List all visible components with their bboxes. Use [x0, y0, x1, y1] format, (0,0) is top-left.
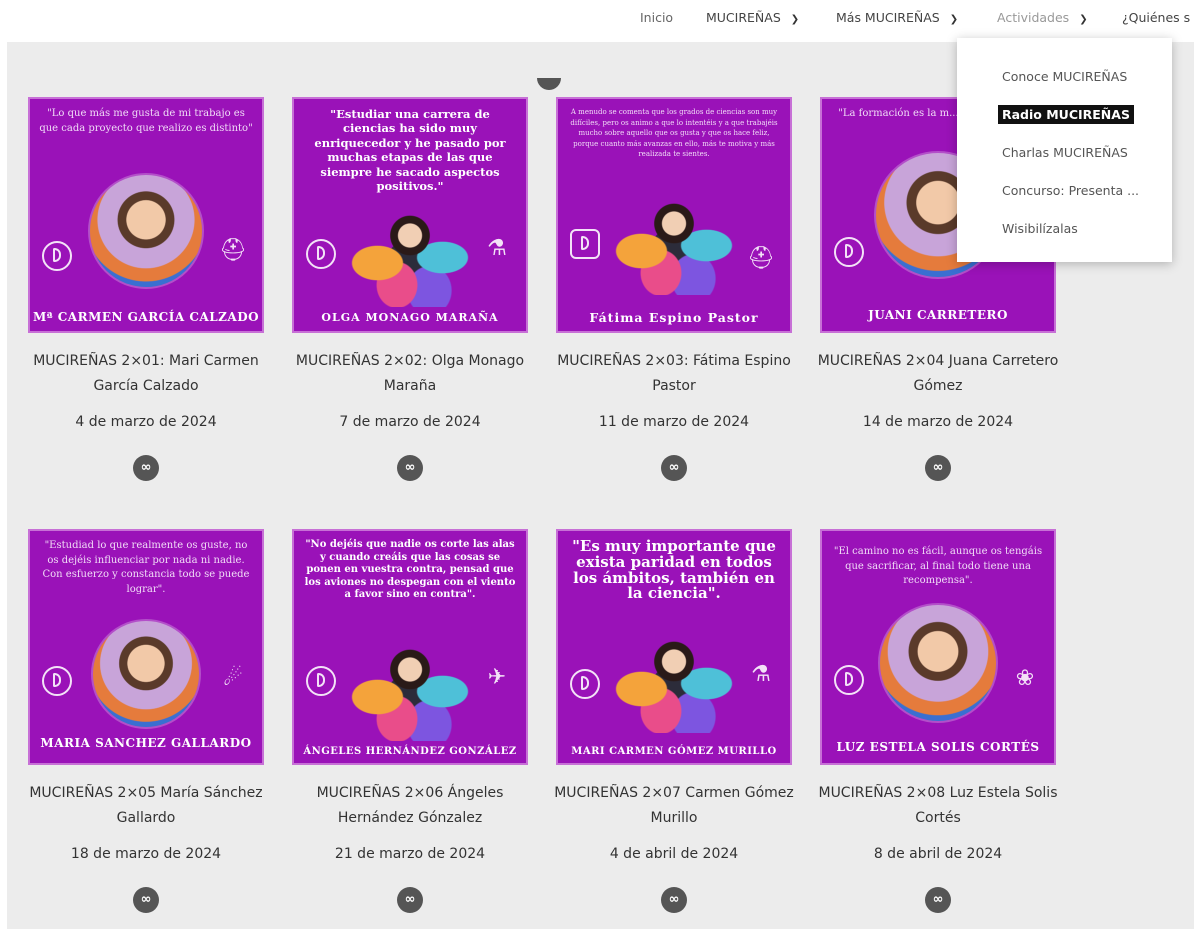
poster-name: Fátima Espino Pastor: [589, 309, 759, 325]
menu-item-concurso[interactable]: Concurso: Presenta ...: [1002, 183, 1139, 198]
nav-item-mas-mucirenas[interactable]: Más MUCIREÑAS ❯: [836, 10, 958, 25]
menu-item-conoce-mucirenas[interactable]: Conoce MUCIREÑAS: [1002, 69, 1127, 84]
card-title[interactable]: MUCIREÑAS 2×07 Carmen Gómez Murillo: [548, 781, 800, 831]
poster-name: MARIA SANCHEZ GALLARDO: [40, 736, 252, 751]
poster-quote: A menudo se comenta que los grados de ci…: [570, 108, 778, 158]
card-date: 14 de marzo de 2024: [862, 414, 1014, 430]
poster-quote: "Estudiar una carrera de ciencias ha sid…: [314, 107, 506, 193]
poster-quote: "Estudiad lo que realmente os guste, no …: [42, 540, 250, 595]
link-icon[interactable]: ∞: [397, 455, 423, 481]
poster-image[interactable]: "Estudiar una carrera de ciencias ha sid…: [292, 97, 528, 333]
nav-item-inicio[interactable]: Inicio: [640, 10, 673, 25]
poster-name: MARI CARMEN GÓMEZ MURILLO: [571, 745, 777, 757]
poster-name: LUZ ESTELA SOLIS CORTÉS: [836, 740, 1040, 755]
chevron-down-icon: ❯: [1079, 14, 1088, 25]
logo-icon: [570, 669, 600, 699]
card-date: 21 de marzo de 2024: [334, 846, 486, 862]
logo-icon: [42, 666, 72, 696]
logo-icon: [306, 666, 336, 696]
poster-name: OLGA MONAGO MARAÑA: [321, 311, 499, 325]
link-icon[interactable]: [537, 78, 561, 90]
card-date: 4 de abril de 2024: [609, 846, 739, 862]
card-date: 4 de marzo de 2024: [75, 414, 217, 430]
nav-item-mucirenas[interactable]: MUCIREÑAS ❯: [706, 10, 799, 25]
menu-item-charlas-mucirenas[interactable]: Charlas MUCIREÑAS: [1002, 145, 1128, 160]
poster-image[interactable]: "El camino no es fácil, aunque os tengái…: [820, 529, 1056, 765]
poster-name: JUANI CARRETERO: [868, 308, 1008, 323]
poster-quote: "Es muy importante que exista paridad en…: [572, 537, 776, 603]
poster-quote: "No dejéis que nadie os corte las alas y…: [304, 539, 516, 600]
nav-item-actividades[interactable]: Actividades ❯: [997, 10, 1088, 25]
menu-item-radio-mucirenas[interactable]: Radio MUCIREÑAS: [998, 105, 1134, 124]
logo-icon: [306, 239, 336, 269]
poster-name: ÁNGELES HERNÁNDEZ GONZÁLEZ: [303, 745, 517, 757]
portrait-image: [609, 623, 739, 733]
nav-item-label: ¿Quiénes s: [1122, 10, 1191, 25]
helmet-icon: ⛑: [747, 246, 775, 271]
link-icon[interactable]: ∞: [397, 887, 423, 913]
poster-image[interactable]: "No dejéis que nadie os corte las alas y…: [292, 529, 528, 765]
poster-quote: "Lo que más me gusta de mi trabajo es qu…: [39, 108, 253, 134]
card-title[interactable]: MUCIREÑAS 2×06 Ángeles Hernández Gónzale…: [284, 781, 536, 831]
poster-name: Mª CARMEN GARCÍA CALZADO: [32, 310, 260, 325]
nav-item-label: Inicio: [640, 10, 674, 25]
actividades-dropdown-menu: Conoce MUCIREÑAS Radio MUCIREÑAS Charlas…: [957, 38, 1172, 262]
card-title[interactable]: MUCIREÑAS 2×03: Fátima Espino Pastor: [548, 349, 800, 399]
flask-icon: ⚗: [487, 236, 507, 261]
card-title[interactable]: MUCIREÑAS 2×08 Luz Estela Solis Cortés: [812, 781, 1064, 831]
helmet-icon: ⛑: [219, 238, 247, 263]
poster-image[interactable]: "Estudiad lo que realmente os guste, no …: [28, 529, 264, 765]
link-icon[interactable]: ∞: [661, 455, 687, 481]
link-icon[interactable]: ∞: [925, 455, 951, 481]
poster-quote: "El camino no es fácil, aunque os tengái…: [833, 546, 1043, 586]
poster-image[interactable]: "Lo que más me gusta de mi trabajo es qu…: [28, 97, 264, 333]
card-title[interactable]: MUCIREÑAS 2×01: Mari Carmen García Calza…: [20, 349, 272, 399]
logo-icon: [834, 665, 864, 695]
nav-item-label: MUCIREÑAS: [706, 10, 781, 25]
link-icon[interactable]: ∞: [925, 887, 951, 913]
nav-item-label: Actividades: [997, 10, 1070, 25]
logo-icon: [834, 237, 864, 267]
card-date: 8 de abril de 2024: [873, 846, 1003, 862]
card-date: 11 de marzo de 2024: [598, 414, 750, 430]
card-date: 18 de marzo de 2024: [70, 846, 222, 862]
portrait-image: [88, 173, 204, 289]
nav-item-quienes[interactable]: ¿Quiénes s: [1122, 10, 1190, 25]
chevron-down-icon: ❯: [790, 14, 800, 25]
portrait-image: [878, 603, 998, 723]
card-date: 7 de marzo de 2024: [339, 414, 481, 430]
portrait-image: [345, 197, 475, 307]
link-icon[interactable]: ∞: [133, 887, 159, 913]
telescope-icon: ☄: [223, 666, 243, 691]
plant-icon: ❀: [1015, 666, 1035, 691]
plane-icon: ✈: [487, 665, 507, 690]
top-navigation: Inicio MUCIREÑAS ❯ Más MUCIREÑAS ❯ Activid…: [0, 0, 1194, 42]
flask-icon: ⚗: [751, 662, 771, 687]
card-title[interactable]: MUCIREÑAS 2×04 Juana Carretero Gómez: [812, 349, 1064, 399]
link-icon[interactable]: ∞: [133, 455, 159, 481]
logo-icon: [570, 229, 600, 259]
card-title[interactable]: MUCIREÑAS 2×05 María Sánchez Gallardo: [20, 781, 272, 831]
link-icon[interactable]: ∞: [661, 887, 687, 913]
logo-icon: [42, 241, 72, 271]
menu-item-wisibilizalas[interactable]: Wisibilízalas: [1002, 221, 1078, 236]
chevron-down-icon: ❯: [949, 14, 959, 25]
card-title[interactable]: MUCIREÑAS 2×02: Olga Monago Maraña: [284, 349, 536, 399]
portrait-image: [609, 185, 739, 295]
portrait-image: [91, 619, 201, 729]
poster-image[interactable]: "Es muy importante que exista paridad en…: [556, 529, 792, 765]
nav-item-label: Más MUCIREÑAS: [836, 10, 940, 25]
portrait-image: [345, 631, 475, 741]
poster-image[interactable]: A menudo se comenta que los grados de ci…: [556, 97, 792, 333]
